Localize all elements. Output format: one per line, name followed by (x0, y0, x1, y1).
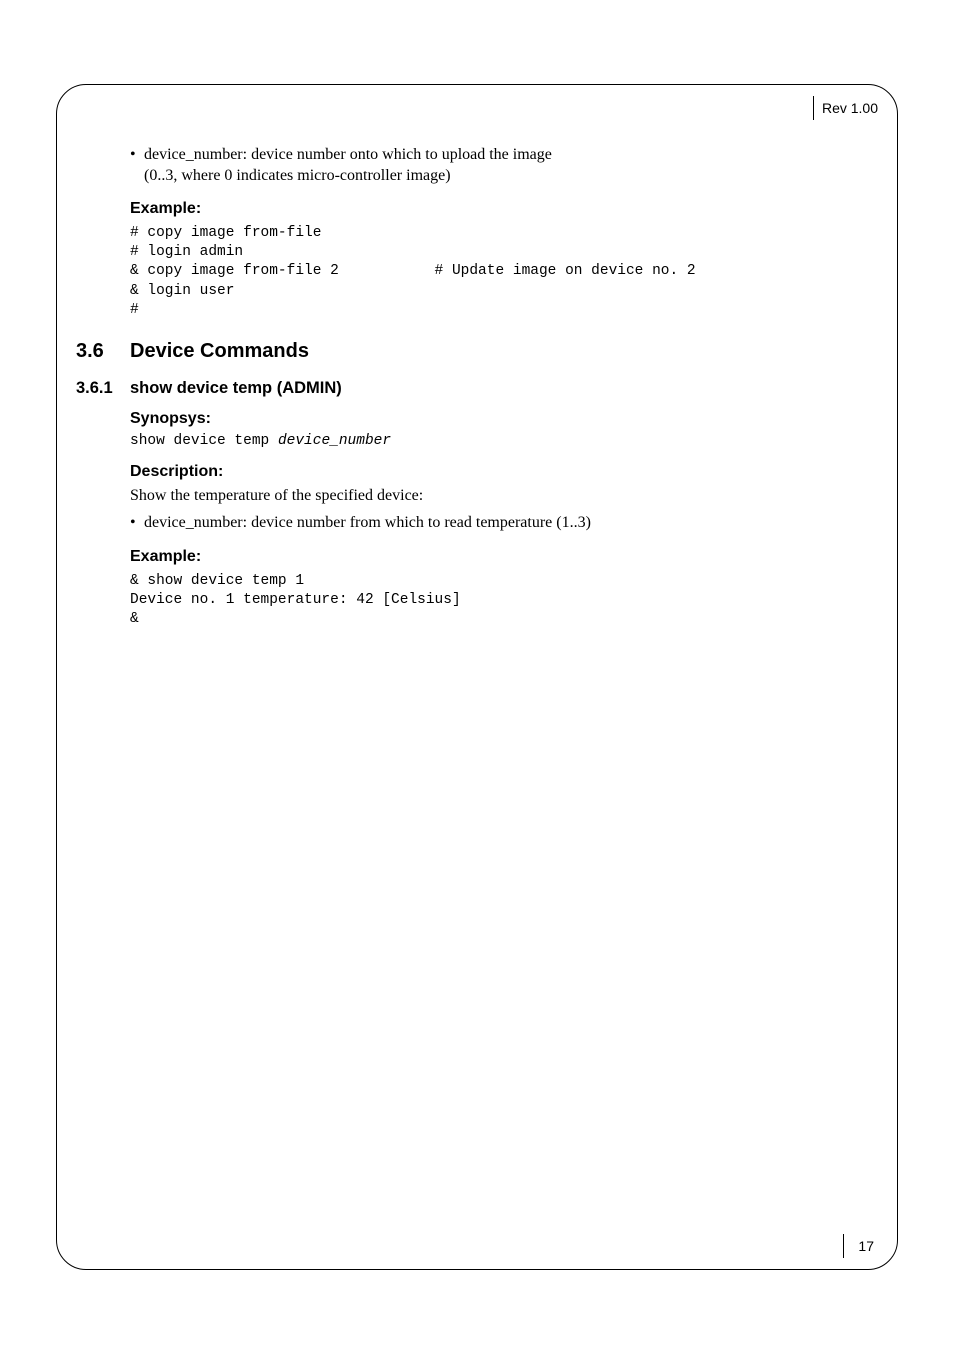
intro-bullet: • device_number: device number onto whic… (130, 144, 876, 186)
intro-bullet-line2: (0..3, where 0 indicates micro-controlle… (144, 167, 451, 184)
section-3-6-1-number: 3.6.1 (76, 379, 130, 398)
example-heading-1: Example: (130, 200, 876, 218)
synopsys-arg: device_number (278, 433, 391, 449)
page-content: • device_number: device number onto whic… (76, 144, 876, 629)
page-number: 17 (858, 1238, 874, 1254)
section-3-6-1: 3.6.1 show device temp (ADMIN) (76, 379, 876, 398)
synopsys-command: show device temp device_number (130, 432, 876, 451)
bullet-icon: • (130, 512, 144, 533)
code-block-2: & show device temp 1 Device no. 1 temper… (130, 572, 876, 629)
synopsys-heading: Synopsys: (130, 410, 876, 428)
page-number-box: 17 (843, 1234, 874, 1258)
description-bullet: • device_number: device number from whic… (130, 512, 876, 533)
intro-bullet-text: device_number: device number onto which … (144, 144, 552, 186)
section-3-6-title: Device Commands (130, 340, 309, 363)
bullet-icon: • (130, 144, 144, 186)
description-heading: Description: (130, 463, 876, 481)
intro-bullet-line1: device_number: device number onto which … (144, 146, 552, 163)
section-3-6-1-title: show device temp (ADMIN) (130, 379, 342, 398)
description-text: Show the temperature of the specified de… (130, 485, 876, 506)
code-block-1: # copy image from-file # login admin & c… (130, 224, 876, 320)
revision-text: Rev 1.00 (822, 100, 878, 116)
description-bullet-text: device_number: device number from which … (144, 512, 591, 533)
section-3-6-number: 3.6 (76, 340, 130, 363)
synopsys-fixed: show device temp (130, 433, 278, 449)
example-heading-2: Example: (130, 548, 876, 566)
section-3-6: 3.6 Device Commands (76, 340, 876, 363)
revision-label: Rev 1.00 (813, 96, 888, 120)
